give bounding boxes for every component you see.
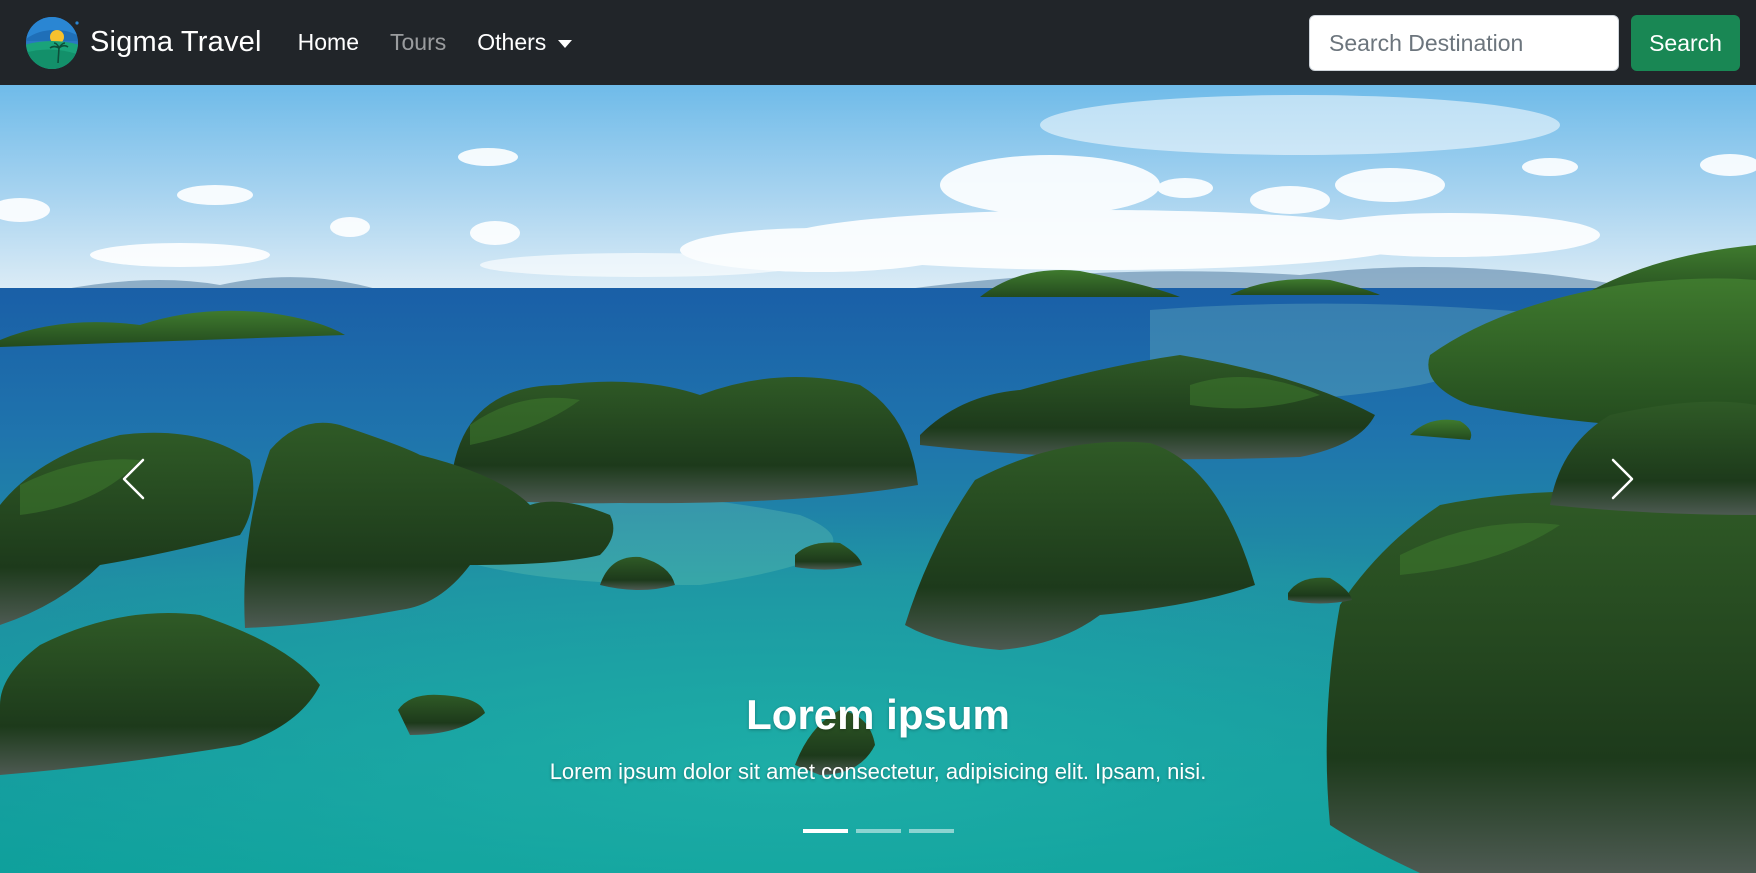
chevron-left-icon — [122, 458, 145, 500]
slide-title: Lorem ipsum — [746, 691, 1010, 738]
nav-links: Home Tours Others — [298, 29, 573, 56]
slide-caption: Lorem ipsum Lorem ipsum dolor sit amet c… — [0, 691, 1756, 785]
hero-carousel: Lorem ipsum Lorem ipsum dolor sit amet c… — [0, 85, 1756, 873]
carousel-indicator[interactable] — [802, 829, 848, 833]
slide-text: Lorem ipsum dolor sit amet consectetur, … — [549, 759, 1207, 784]
brand-link[interactable]: Sigma Travel — [24, 15, 262, 71]
island-sunset-logo-icon — [26, 16, 79, 69]
carousel-indicator[interactable] — [855, 829, 901, 833]
carousel-indicator[interactable] — [908, 829, 954, 833]
top-navbar: Sigma Travel Home Tours Others Search — [0, 0, 1756, 85]
search-form: Search — [1309, 15, 1740, 71]
caret-down-icon — [558, 39, 573, 48]
carousel-indicators — [0, 829, 1756, 833]
search-input[interactable] — [1309, 15, 1619, 71]
search-button[interactable]: Search — [1631, 15, 1740, 71]
nav-link-home[interactable]: Home — [298, 29, 359, 56]
others-dropdown-toggle[interactable]: Others — [477, 29, 573, 56]
chevron-right-icon — [1611, 458, 1634, 500]
brand-name: Sigma Travel — [90, 26, 262, 58]
nav-link-tours[interactable]: Tours — [390, 29, 446, 56]
others-dropdown-label: Others — [477, 29, 547, 55]
